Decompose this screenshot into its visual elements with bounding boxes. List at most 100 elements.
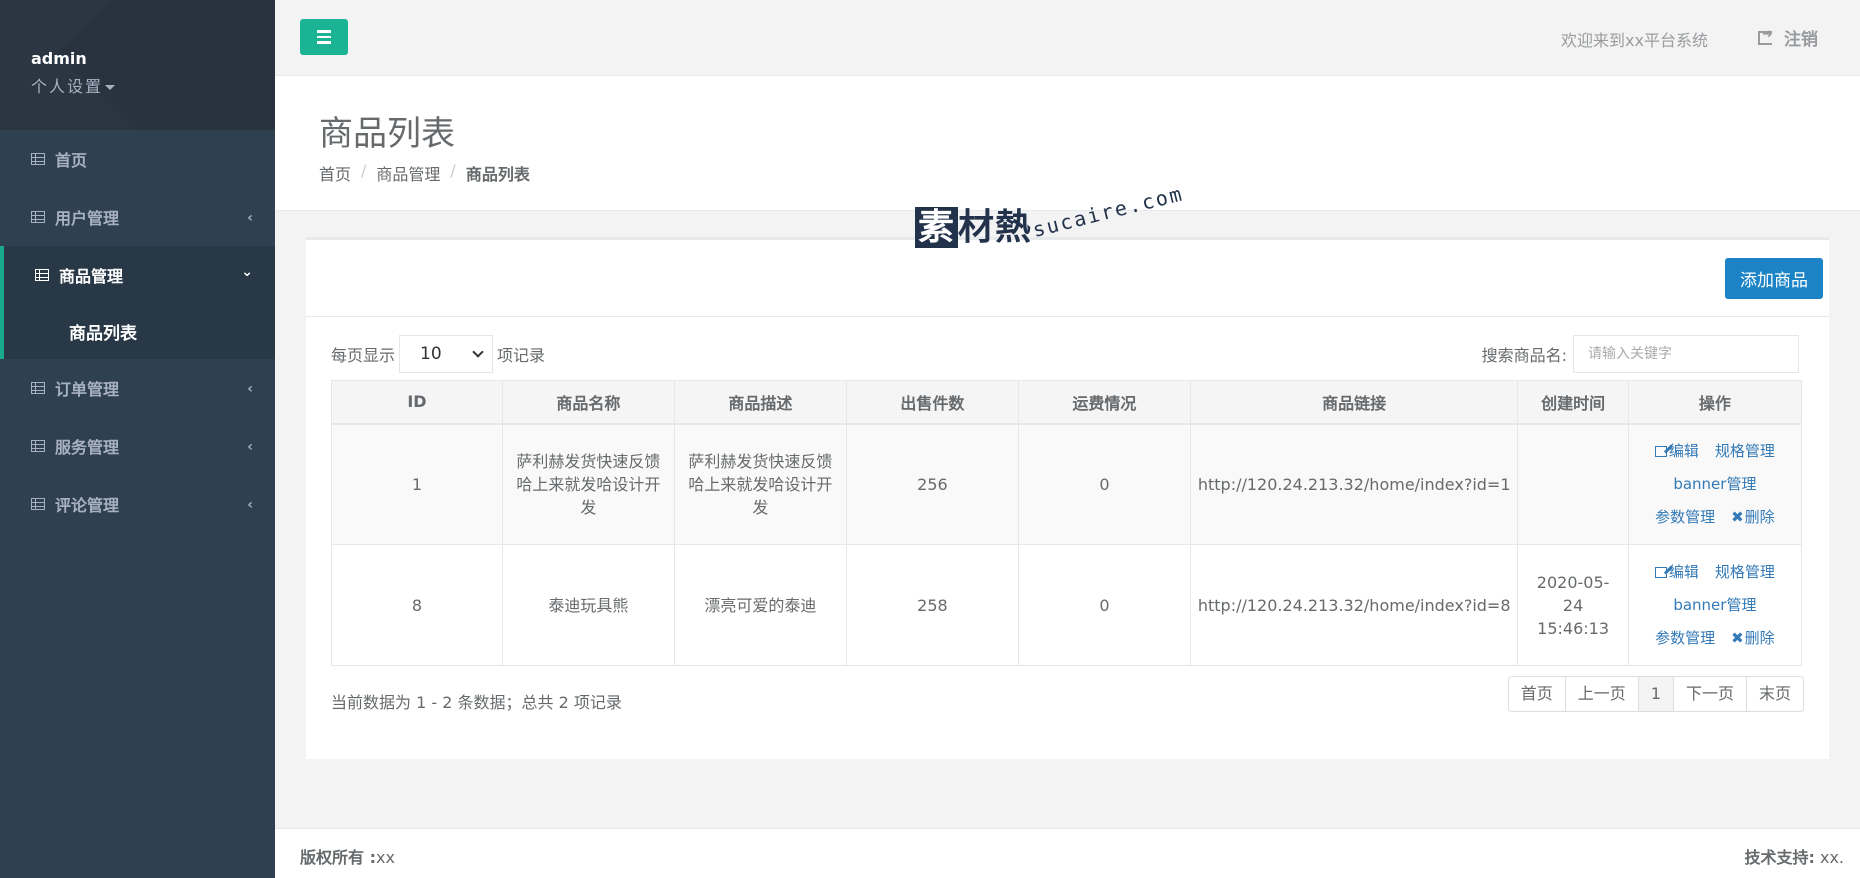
breadcrumb: 首页 / 商品管理 / 商品列表 [319, 161, 530, 185]
breadcrumb-home[interactable]: 首页 [319, 161, 351, 185]
personal-settings-label: 个人设置 [31, 77, 104, 96]
sidebar-item-products[interactable]: 商品管理 ⌄ [0, 246, 275, 304]
cell-shipping: 0 [1017, 423, 1191, 545]
product-table: ID 商品名称 商品描述 出售件数 运费情况 商品链接 创建时间 操作 1 萨利… [331, 380, 1803, 666]
close-icon: ✖ [1731, 628, 1744, 647]
pagination-last[interactable]: 末页 [1745, 677, 1803, 711]
spec-management-link[interactable]: 规格管理 [1715, 440, 1775, 463]
search-input[interactable] [1573, 335, 1799, 373]
cell-description: 漂亮可爱的泰迪 [673, 544, 847, 666]
edit-icon [1654, 445, 1667, 457]
sidebar-item-home[interactable]: 首页 [0, 130, 275, 188]
cell-name: 萨利赫发货快速反馈哈上来就发哈设计开发 [501, 423, 675, 545]
logout-link[interactable]: 注销 [1758, 25, 1818, 50]
search-label: 搜索商品名: [1481, 346, 1567, 365]
caret-down-icon [105, 85, 116, 90]
column-header-link[interactable]: 商品链接 [1189, 380, 1519, 425]
cell-created [1517, 423, 1629, 545]
banner-management-link[interactable]: banner管理 [1673, 594, 1756, 617]
edit-icon [1654, 566, 1667, 578]
cell-shipping: 0 [1017, 544, 1191, 666]
edit-button[interactable]: 编辑 [1654, 440, 1699, 463]
sidebar-item-label: 评论管理 [55, 496, 120, 515]
page-title: 商品列表 [319, 114, 455, 154]
table-icon [31, 153, 45, 165]
user-profile: admin 个人设置 [31, 49, 116, 97]
per-page-suffix: 项记录 [497, 346, 546, 365]
breadcrumb-separator: / [450, 161, 456, 180]
cell-link: http://120.24.213.32/home/index?id=1 [1189, 423, 1519, 545]
table-header-row: ID 商品名称 商品描述 出售件数 运费情况 商品链接 创建时间 操作 [331, 380, 1803, 425]
table-icon [35, 269, 49, 281]
top-navbar: 欢迎来到xx平台系统 注销 [275, 0, 1860, 76]
sidebar-item-label: 商品管理 [59, 267, 124, 286]
cell-actions: 编辑 规格管理 banner管理 参数管理 ✖ 删除 [1627, 423, 1803, 545]
sidebar-item-users[interactable]: 用户管理 ‹ [0, 188, 275, 246]
column-header-actions: 操作 [1627, 380, 1803, 425]
cell-actions: 编辑 规格管理 banner管理 参数管理 ✖ 删除 [1627, 544, 1803, 666]
search-control: 搜索商品名: [1482, 335, 1799, 373]
hamburger-icon-line [317, 35, 331, 39]
column-header-description[interactable]: 商品描述 [673, 380, 847, 425]
sign-out-icon [1758, 27, 1773, 45]
hamburger-icon-line [317, 41, 331, 44]
banner-management-link[interactable]: banner管理 [1673, 473, 1756, 496]
sidebar-item-comments[interactable]: 评论管理 ‹ [0, 475, 275, 533]
chevron-left-icon: ‹ [247, 497, 253, 513]
chevron-left-icon: ‹ [247, 381, 253, 397]
edit-button[interactable]: 编辑 [1654, 561, 1699, 584]
params-management-link[interactable]: 参数管理 [1655, 506, 1715, 529]
breadcrumb-product-management[interactable]: 商品管理 [376, 161, 440, 185]
pagination-current-page[interactable]: 1 [1637, 677, 1673, 711]
panel-toolbar: 添加商品 [306, 240, 1829, 317]
column-header-created[interactable]: 创建时间 [1517, 380, 1629, 425]
watermark-mark-first: 素 [915, 207, 959, 248]
delete-button[interactable]: ✖ 删除 [1731, 506, 1775, 529]
watermark-mark: 素材熱 [915, 198, 1032, 250]
table-row: 8 泰迪玩具熊 漂亮可爱的泰迪 258 0 http://120.24.213.… [331, 544, 1803, 666]
hamburger-icon-line [317, 30, 331, 33]
cell-link: http://120.24.213.32/home/index?id=8 [1189, 544, 1519, 666]
personal-settings-dropdown[interactable]: 个人设置 [31, 73, 116, 97]
page-length-select[interactable]: 10 [399, 335, 494, 373]
table-icon [31, 498, 45, 510]
sidebar-menu: 首页 用户管理 ‹ 商品管理 ⌄ 商品列表 订单管理 ‹ 服务管理 ‹ 评论管理 [0, 130, 275, 533]
welcome-message: 欢迎来到xx平台系统 [1561, 31, 1708, 50]
pagination-next[interactable]: 下一页 [1672, 677, 1746, 711]
column-header-sold[interactable]: 出售件数 [845, 380, 1019, 425]
logout-label: 注销 [1784, 30, 1818, 50]
table-info: 当前数据为 1 - 2 条数据；总共 2 项记录 [331, 693, 622, 712]
table-controls: 每页显示 10 项记录 搜索商品名: [331, 335, 1804, 375]
per-page-prefix: 每页显示 [331, 346, 396, 365]
pagination-first[interactable]: 首页 [1508, 677, 1565, 711]
sidebar-item-label: 服务管理 [55, 438, 120, 457]
sidebar-profile-header: admin 个人设置 [0, 0, 275, 130]
sidebar-item-services[interactable]: 服务管理 ‹ [0, 417, 275, 475]
add-product-button[interactable]: 添加商品 [1725, 258, 1823, 299]
table-icon [31, 211, 45, 223]
table-icon [31, 382, 45, 394]
menu-toggle-button[interactable] [300, 19, 348, 55]
params-management-link[interactable]: 参数管理 [1655, 627, 1715, 650]
chevron-down-icon: ⌄ [241, 264, 253, 280]
row-actions: 编辑 规格管理 banner管理 参数管理 ✖ 删除 [1641, 561, 1789, 650]
table-icon [31, 440, 45, 452]
cell-sold: 258 [845, 544, 1019, 666]
cell-sold: 256 [845, 423, 1019, 545]
copyright: 版权所有 :xx [300, 844, 395, 868]
sidebar-item-label: 用户管理 [55, 209, 120, 228]
column-header-id[interactable]: ID [331, 380, 503, 425]
spec-management-link[interactable]: 规格管理 [1715, 561, 1775, 584]
copyright-label: 版权所有 : [300, 848, 376, 867]
column-header-name[interactable]: 商品名称 [501, 380, 675, 425]
page-length-value: 10 [420, 344, 442, 364]
sidebar-subitem-product-list[interactable]: 商品列表 [0, 304, 275, 359]
sidebar-item-orders[interactable]: 订单管理 ‹ [0, 359, 275, 417]
chevron-down-icon [472, 346, 484, 358]
pagination-prev[interactable]: 上一页 [1564, 677, 1638, 711]
edit-label: 编辑 [1668, 562, 1699, 581]
cell-id: 8 [331, 544, 503, 666]
delete-button[interactable]: ✖ 删除 [1731, 627, 1775, 650]
chevron-left-icon: ‹ [247, 210, 253, 226]
column-header-shipping[interactable]: 运费情况 [1017, 380, 1191, 425]
